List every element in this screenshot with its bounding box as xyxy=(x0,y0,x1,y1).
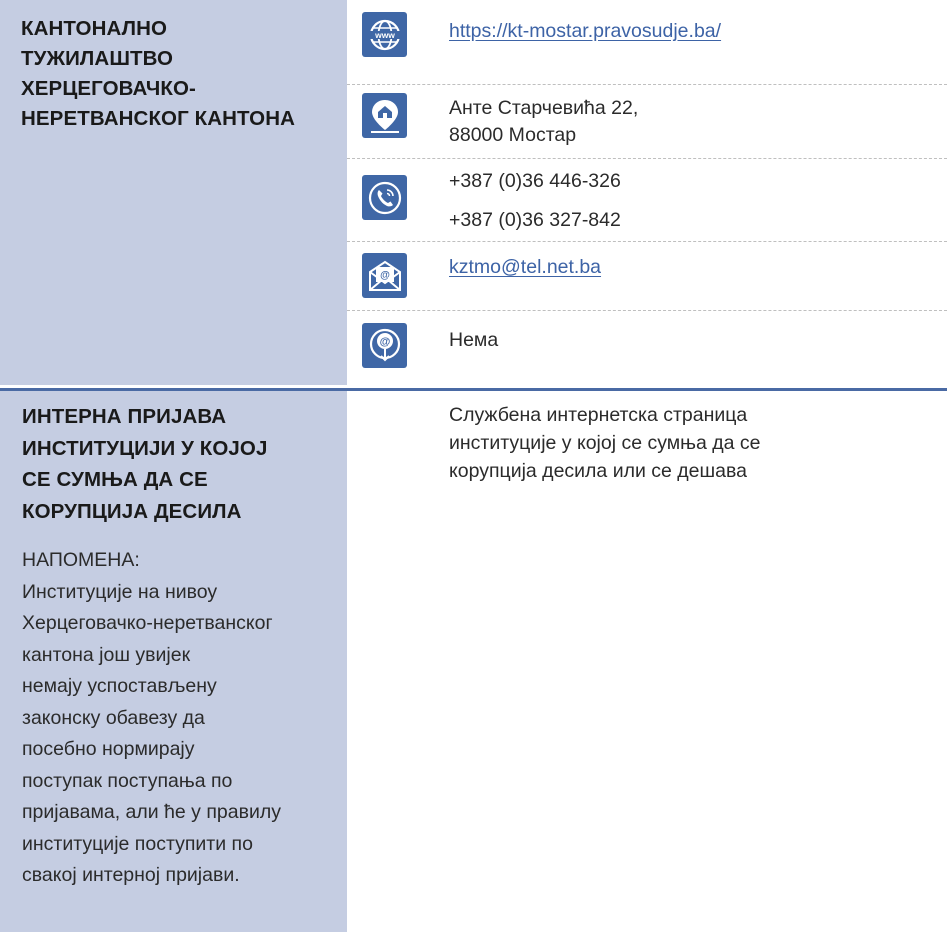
title-line: КАНТОНАЛНО xyxy=(21,17,168,40)
title-line: ИНСТИТУЦИЈИ У КОЈОЈ xyxy=(22,436,268,460)
description-line: корупција десила или се дешава xyxy=(449,460,747,482)
online-report-row: @ Нема xyxy=(347,312,947,387)
note-line: посебно нормирају xyxy=(22,738,195,760)
phone-number-1: +387 (0)36 446-326 xyxy=(449,170,621,192)
location-pin-icon xyxy=(362,93,407,138)
note: НАПОМЕНА: Институције на нивоу Херцегова… xyxy=(0,527,347,892)
svg-text:www: www xyxy=(374,30,395,40)
online-report-value: Нема xyxy=(449,329,499,351)
institution-panel: КАНТОНАЛНО ТУЖИЛАШТВО ХЕРЦЕГОВАЧКО- НЕРЕ… xyxy=(0,0,347,385)
phone-icon xyxy=(362,175,407,220)
institution-title: КАНТОНАЛНО ТУЖИЛАШТВО ХЕРЦЕГОВАЧКО- НЕРЕ… xyxy=(0,0,347,134)
email-row: @ kztmo@tel.net.ba xyxy=(347,243,947,310)
phone-row: +387 (0)36 446-326 +387 (0)36 327-842 xyxy=(347,160,947,242)
svg-text:@: @ xyxy=(379,336,390,348)
row-divider xyxy=(347,84,947,85)
row-divider xyxy=(347,158,947,159)
note-line: пријавама, али ће у правилу xyxy=(22,801,281,823)
email-link[interactable]: kztmo@tel.net.ba xyxy=(449,255,601,279)
note-line: законску обавезу да xyxy=(22,706,205,729)
address-line-2: 88000 Мостар xyxy=(449,124,577,146)
note-line: свакој интерној пријави. xyxy=(22,864,240,886)
address-line-1: Анте Старчевића 22, xyxy=(449,97,639,119)
title-line: ХЕРЦЕГОВАЧКО- xyxy=(21,77,196,100)
row-divider xyxy=(347,310,947,311)
internal-report-panel: ИНТЕРНА ПРИЈАВА ИНСТИТУЦИЈИ У КОЈОЈ СЕ С… xyxy=(0,391,347,932)
website-link[interactable]: https://kt-mostar.pravosudje.ba/ xyxy=(449,19,721,43)
internal-report-description: Службена интернетска страница институциј… xyxy=(449,401,889,485)
website-row: www https://kt-mostar.pravosudje.ba/ xyxy=(347,0,947,88)
envelope-icon: @ xyxy=(362,253,407,298)
title-line: ТУЖИЛАШТВО xyxy=(21,47,174,70)
phone-number-2: +387 (0)36 327-842 xyxy=(449,209,621,231)
note-line: кантона још увијек xyxy=(22,643,191,666)
address-row: Анте Старчевића 22, 88000 Мостар xyxy=(347,86,947,160)
online-report-icon: @ xyxy=(362,323,407,368)
description-line: институције у којој се сумња да се xyxy=(449,432,761,454)
note-label: НАПОМЕНА: xyxy=(22,549,140,571)
note-line: Херцеговачко-неретванског xyxy=(22,612,273,634)
title-line: ИНТЕРНА ПРИЈАВА xyxy=(22,405,227,428)
title-line: НЕРЕТВАНСКОГ КАНТОНА xyxy=(21,107,296,130)
row-divider xyxy=(347,241,947,242)
note-line: поступак поступања по xyxy=(22,769,233,792)
note-line: немају успостављену xyxy=(22,675,217,697)
description-line: Службена интернетска страница xyxy=(449,404,748,426)
note-line: Институције на нивоу xyxy=(22,580,218,603)
note-line: институције поступити по xyxy=(22,832,253,855)
title-line: СЕ СУМЊА ДА СЕ xyxy=(22,468,208,491)
title-line: КОРУПЦИЈА ДЕСИЛА xyxy=(22,499,242,523)
internal-report-title: ИНТЕРНА ПРИЈАВА ИНСТИТУЦИЈИ У КОЈОЈ СЕ С… xyxy=(0,391,347,527)
www-globe-icon: www xyxy=(362,12,407,57)
